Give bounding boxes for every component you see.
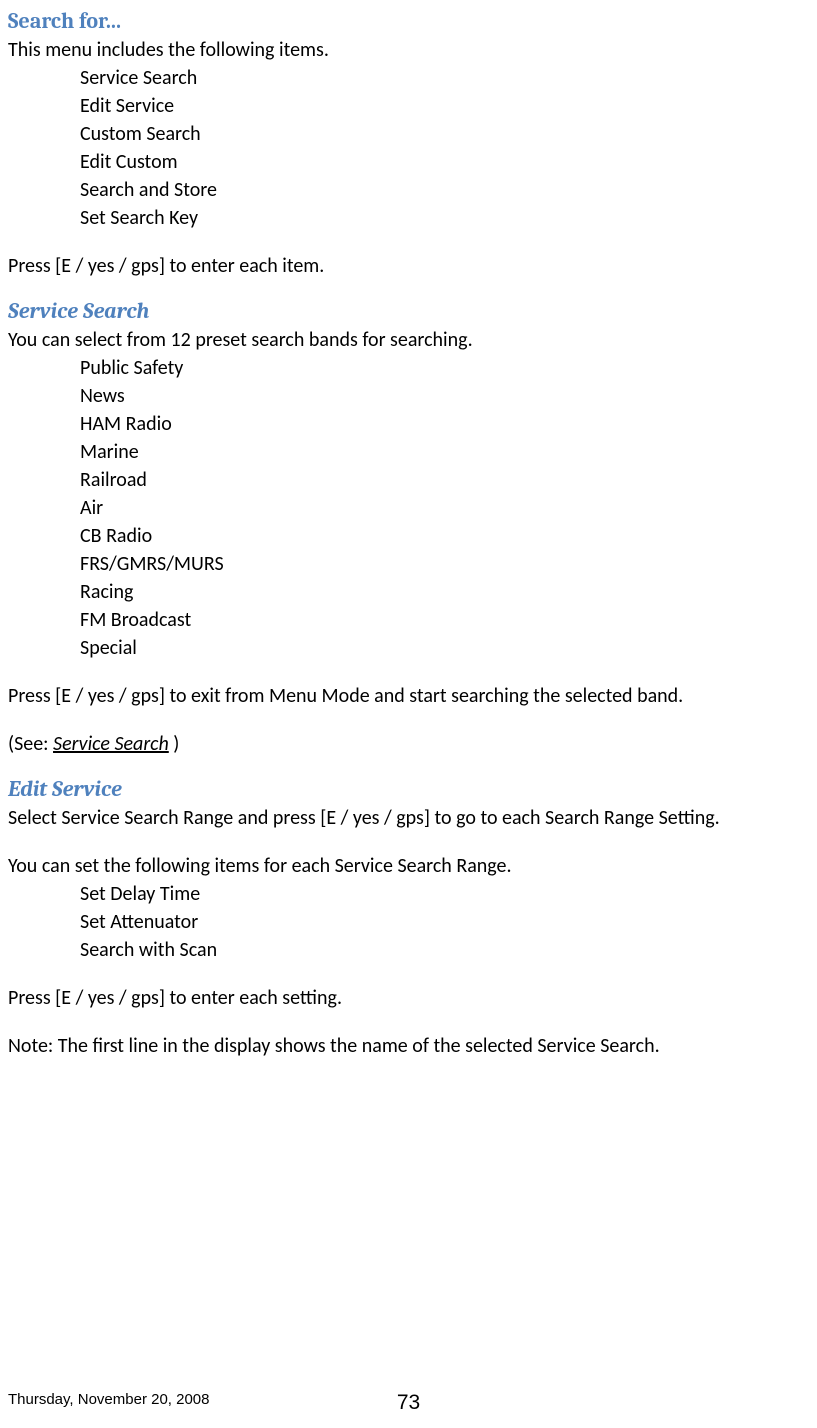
list-item: HAM Radio xyxy=(80,410,809,438)
list-item: Search with Scan xyxy=(80,936,809,964)
list-item: FM Broadcast xyxy=(80,606,809,634)
edit-service-press-note: Press [E / yes / gps] to enter each sett… xyxy=(8,984,809,1012)
heading-search-for: Search for... xyxy=(8,8,809,34)
list-item: Custom Search xyxy=(80,120,809,148)
edit-service-can-set: You can set the following items for each… xyxy=(8,852,809,880)
list-item: Public Safety xyxy=(80,354,809,382)
list-item: Set Search Key xyxy=(80,204,809,232)
list-item: Marine xyxy=(80,438,809,466)
list-item: Edit Custom xyxy=(80,148,809,176)
list-item: Set Delay Time xyxy=(80,880,809,908)
list-item: News xyxy=(80,382,809,410)
heading-edit-service: Edit Service xyxy=(8,776,809,802)
see-prefix: (See: xyxy=(8,732,53,756)
list-item: Special xyxy=(80,634,809,662)
heading-service-search: Service Search xyxy=(8,298,809,324)
see-link-service-search[interactable]: Service Search xyxy=(53,732,169,756)
service-search-press-note: Press [E / yes / gps] to exit from Menu … xyxy=(8,682,809,710)
list-item: CB Radio xyxy=(80,522,809,550)
list-item: Edit Service xyxy=(80,92,809,120)
list-item: Air xyxy=(80,494,809,522)
edit-service-intro: Select Service Search Range and press [E… xyxy=(8,804,809,832)
list-item: Search and Store xyxy=(80,176,809,204)
list-item: Racing xyxy=(80,578,809,606)
edit-service-list: Set Delay Time Set Attenuator Search wit… xyxy=(8,880,809,964)
footer-date: Thursday, November 20, 2008 xyxy=(8,1391,210,1408)
see-suffix: ) xyxy=(169,732,180,756)
list-item: Railroad xyxy=(80,466,809,494)
list-item: Service Search xyxy=(80,64,809,92)
search-for-intro: This menu includes the following items. xyxy=(8,36,809,64)
list-item: FRS/GMRS/MURS xyxy=(80,550,809,578)
edit-service-note: Note: The first line in the display show… xyxy=(8,1032,809,1060)
service-search-see: (See: Service Search ) xyxy=(8,730,809,758)
service-search-intro: You can select from 12 preset search ban… xyxy=(8,326,809,354)
search-for-press-note: Press [E / yes / gps] to enter each item… xyxy=(8,252,809,280)
footer: Thursday, November 20, 2008 73 xyxy=(8,1391,809,1408)
list-item: Set Attenuator xyxy=(80,908,809,936)
footer-page-number: 73 xyxy=(397,1391,420,1415)
search-for-list: Service Search Edit Service Custom Searc… xyxy=(8,64,809,232)
service-search-list: Public Safety News HAM Radio Marine Rail… xyxy=(8,354,809,662)
